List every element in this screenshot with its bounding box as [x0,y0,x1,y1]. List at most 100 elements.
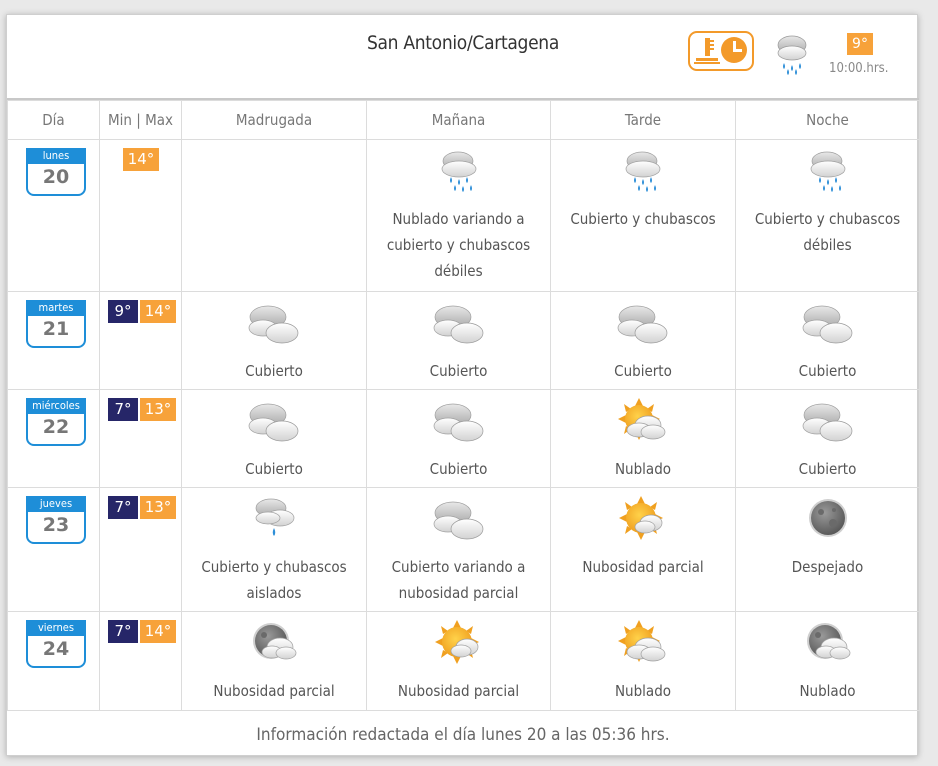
condition-text: Cubierto [245,362,303,380]
condition-text: Nublado [614,460,672,478]
day-name: lunes [26,148,86,164]
period-cell: Nublado [550,611,736,711]
condition-text: Nubosidad parcial [397,682,520,700]
partly-sunny-icon [551,496,735,544]
period-cell: Nublado [735,611,920,711]
day-name: jueves [26,496,86,512]
moon-cloud-icon [736,620,919,668]
condition-text: Nubosidad parcial [213,682,335,700]
day-badge: martes 21 [26,300,86,348]
condition-text: Cubierto y chubascos aislados [201,558,347,602]
forecast-card: San Antonio/Cartagena 9° 10:00.hrs. Día … [6,14,920,756]
cloudy-icon [736,398,919,446]
forecast-row: jueves 23 7° 13° Cubierto y chubascos ais… [7,487,920,612]
sun-cloud-icon [551,620,735,668]
max-temperature: 13° [140,398,176,421]
max-temperature: 14° [140,300,176,323]
day-badge: jueves 23 [26,496,86,544]
day-name: martes [26,300,86,316]
condition-text: Cubierto [429,460,488,478]
minmax-cell: 14° [99,139,182,292]
period-cell: Cubierto [366,291,551,390]
condition-text: Cubierto y chubascos débiles [754,210,901,254]
thermometer-clock-button[interactable] [688,31,754,71]
day-number: 23 [42,514,70,536]
forecast-header: San Antonio/Cartagena 9° 10:00.hrs. [7,15,919,100]
max-temperature: 14° [123,148,159,171]
period-cell: Cubierto [550,291,736,390]
day-number: 21 [42,318,70,340]
cloudy-icon [551,300,735,348]
min-temperature: 7° [108,620,138,643]
cloudy-icon [367,398,550,446]
max-temperature: 14° [140,620,176,643]
forecast-row: martes 21 9° 14° Cubierto Cubierto Cubier… [7,291,920,390]
condition-text: Nublado [799,682,856,700]
forecast-row: miércoles 22 7° 13° Cubierto Cubierto Nub… [7,389,920,488]
period-cell: Nubosidad parcial [366,611,551,711]
forecast-row: lunes 20 14° Nublado variando a cubierto… [7,139,920,292]
period-cell: Nubosidad parcial [181,611,367,711]
day-badge: lunes 20 [26,148,86,196]
period-cell: Cubierto variando a nubosidad parcial [366,487,551,612]
column-header-minmax: Min | Max [99,100,182,140]
column-header-manana: Mañana [366,100,551,140]
cloudy-icon [182,300,366,348]
day-cell: martes 21 [7,291,100,390]
period-cell: Cubierto y chubascos débiles [735,139,920,292]
condition-text: Nublado [614,682,672,700]
day-badge: viernes 24 [26,620,86,668]
condition-text: Cubierto [798,460,857,478]
rain-showers-icon [367,148,550,196]
period-cell: Cubierto [181,291,367,390]
condition-text: Nubosidad parcial [582,558,704,576]
period-cell: Nubosidad parcial [550,487,736,612]
period-cell: Cubierto [181,389,367,488]
moon-icon [736,496,919,544]
condition-text: Cubierto [798,362,857,380]
condition-text: Cubierto [245,460,303,478]
day-name: miércoles [26,398,86,414]
period-cell: Cubierto y chubascos [550,139,736,292]
column-header-tarde: Tarde [550,100,736,140]
day-badge: miércoles 22 [26,398,86,446]
min-temperature: 7° [108,496,138,519]
cloudy-icon [367,496,550,544]
condition-text: Cubierto [614,362,672,380]
day-number: 20 [42,166,70,188]
day-name: viernes [26,620,86,636]
period-cell: Cubierto [366,389,551,488]
condition-text: Nublado variando a cubierto y chubascos … [386,210,531,280]
forecast-table: Día Min | Max Madrugada Mañana Tarde Noc… [7,100,920,711]
min-temperature: 9° [108,300,138,323]
condition-text: Despejado [791,558,864,576]
partly-sunny-icon [367,620,550,668]
rain-showers-icon [551,148,735,196]
period-cell: Cubierto [735,291,920,390]
column-header-noche: Noche [735,100,920,140]
minmax-cell: 9° 14° [99,291,182,390]
max-temperature: 13° [140,496,176,519]
period-cell: Cubierto [735,389,920,488]
condition-text: Cubierto [429,362,488,380]
forecast-row: viernes 24 7° 14° Nubosidad parcial Nubos… [7,611,920,711]
condition-text: Cubierto variando a nubosidad parcial [391,558,526,602]
current-weather-icon [777,35,807,75]
update-info: Información redactada el día lunes 20 a … [256,725,670,745]
day-number: 24 [42,638,70,660]
minmax-cell: 7° 14° [99,611,182,711]
day-cell: viernes 24 [7,611,100,711]
thermometer-clock-icon [694,37,747,64]
period-cell: Nublado [550,389,736,488]
period-cell [181,139,367,292]
minmax-cell: 7° 13° [99,389,182,488]
current-time: 10:00.hrs. [829,61,889,76]
minmax-cell: 7° 13° [99,487,182,612]
rain-showers-icon [736,148,919,196]
column-header-day: Día [7,100,100,140]
period-cell: Nublado variando a cubierto y chubascos … [366,139,551,292]
day-cell: miércoles 22 [7,389,100,488]
table-header-row: Día Min | Max Madrugada Mañana Tarde Noc… [7,100,920,140]
condition-text: Cubierto y chubascos [570,210,716,228]
day-number: 22 [42,416,70,438]
